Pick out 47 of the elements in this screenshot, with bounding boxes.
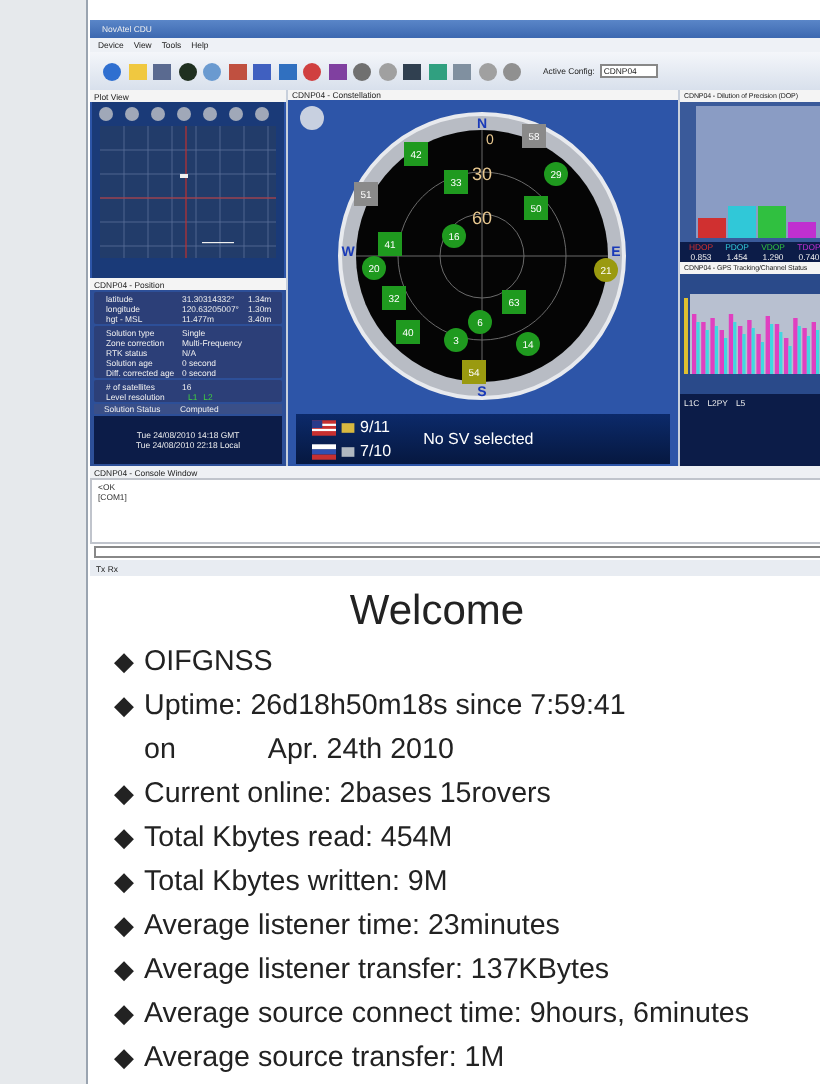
elevation-label: 30 xyxy=(472,164,492,184)
stat-text: Total Kbytes read: 454M xyxy=(144,820,453,858)
bullet-icon: ◆ xyxy=(114,816,144,860)
flag-icon xyxy=(312,443,336,459)
gps-count: 9/11 xyxy=(360,417,390,437)
stat-text: Average listener transfer: 137KBytes xyxy=(144,952,610,990)
stat-text: Uptime: 26d18h50m18s since 7:59:41 xyxy=(144,688,626,726)
stat-text: Current online: 2bases 15rovers xyxy=(144,776,551,814)
satellite-marker[interactable] xyxy=(468,310,492,334)
bullet-icon: ◆ xyxy=(114,640,144,684)
selection-text: No SV selected xyxy=(423,430,534,448)
satellite-marker[interactable] xyxy=(444,170,468,194)
bullet-icon: ◆ xyxy=(114,948,144,992)
stat-text: Average source connect time: 9hours, 6minutes xyxy=(144,996,750,1034)
bullet-icon: ◆ xyxy=(114,684,144,728)
elevation-label: 60 xyxy=(472,208,492,228)
satellite-marker[interactable] xyxy=(404,142,428,166)
stat-text: OIFGNSS xyxy=(144,644,273,682)
bullet-icon: ◆ xyxy=(114,772,144,816)
satellite-marker[interactable] xyxy=(522,124,546,148)
tracking-bars-drawing xyxy=(680,274,820,394)
satellite-marker[interactable] xyxy=(354,182,378,206)
stat-text: Total Kbytes written: 9M xyxy=(144,864,448,902)
glonass-count: 7/10 xyxy=(360,441,392,461)
satellite-marker[interactable] xyxy=(382,286,406,310)
bullet-icon: ◆ xyxy=(114,904,144,948)
satellite-marker[interactable] xyxy=(516,332,540,356)
satellite-marker[interactable] xyxy=(544,162,568,186)
stat-text: Apr. 24th 2010 xyxy=(267,732,454,770)
satellite-marker[interactable] xyxy=(462,360,486,384)
satellite-marker[interactable] xyxy=(378,232,402,256)
stat-text: on xyxy=(144,732,176,770)
console-input[interactable] xyxy=(94,546,820,558)
bullet-icon: ◆ xyxy=(114,992,144,1036)
stat-text: Average listener time: 23minutes xyxy=(144,908,560,946)
satellite-marker[interactable] xyxy=(442,224,466,248)
satellite-marker[interactable] xyxy=(502,290,526,314)
flag-icon xyxy=(312,419,336,435)
satellite-marker[interactable] xyxy=(444,328,468,352)
bullet-icon: ◆ xyxy=(114,860,144,904)
satellite-marker[interactable] xyxy=(524,196,548,220)
bullet-icon: ◆ xyxy=(114,1036,144,1080)
satellite-marker[interactable] xyxy=(396,320,420,344)
welcome-heading: Welcome xyxy=(347,586,527,638)
stat-text: Average source transfer: 1M xyxy=(144,1040,505,1078)
satellite-marker[interactable] xyxy=(362,256,386,280)
satellite-marker[interactable] xyxy=(594,258,618,282)
